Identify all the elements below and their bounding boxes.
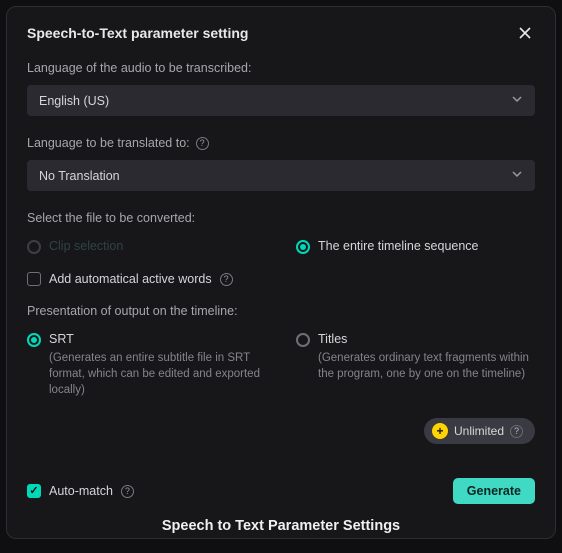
file-select-label: Select the file to be converted: <box>27 211 535 225</box>
unlimited-label: Unlimited <box>454 424 504 438</box>
help-icon[interactable]: ? <box>196 137 209 150</box>
plus-icon: + <box>432 423 448 439</box>
page-caption: Speech to Text Parameter Settings <box>7 518 555 534</box>
dialog-title: Speech-to-Text parameter setting <box>27 25 248 41</box>
radio-clip-label: Clip selection <box>49 239 123 253</box>
stt-settings-dialog: Speech-to-Text parameter setting Languag… <box>6 6 556 539</box>
radio-titles-title: Titles <box>318 332 535 346</box>
auto-active-words-checkbox[interactable]: Add automatical active words ? <box>27 272 535 286</box>
unlimited-pill[interactable]: + Unlimited ? <box>424 418 535 444</box>
checkbox-icon <box>27 484 41 498</box>
presentation-label: Presentation of output on the timeline: <box>27 304 535 318</box>
radio-timeline-label: The entire timeline sequence <box>318 239 479 253</box>
unlimited-pill-row: + Unlimited ? <box>27 418 535 444</box>
dialog-header: Speech-to-Text parameter setting <box>27 23 535 43</box>
checkbox-icon <box>27 272 41 286</box>
audio-language-value: English (US) <box>39 94 109 108</box>
chevron-down-icon <box>511 93 523 108</box>
radio-icon <box>27 240 41 254</box>
chevron-down-icon <box>511 168 523 183</box>
radio-icon <box>296 240 310 254</box>
file-select-group: Clip selection The entire timeline seque… <box>27 239 535 254</box>
auto-match-checkbox[interactable]: Auto-match ? <box>27 484 134 498</box>
generate-button[interactable]: Generate <box>453 478 535 504</box>
radio-titles-desc: (Generates ordinary text fragments withi… <box>318 350 535 382</box>
radio-titles[interactable]: Titles (Generates ordinary text fragment… <box>296 332 535 382</box>
translate-language-value: No Translation <box>39 169 120 183</box>
radio-icon <box>27 333 41 347</box>
radio-icon <box>296 333 310 347</box>
dialog-footer: Auto-match ? Generate <box>27 478 535 504</box>
auto-match-label: Auto-match <box>49 484 113 498</box>
help-icon[interactable]: ? <box>121 485 134 498</box>
translate-language-select[interactable]: No Translation <box>27 160 535 191</box>
help-icon[interactable]: ? <box>220 273 233 286</box>
auto-active-words-label: Add automatical active words <box>49 272 212 286</box>
close-icon[interactable] <box>515 23 535 43</box>
radio-entire-timeline[interactable]: The entire timeline sequence <box>296 239 535 254</box>
audio-language-label: Language of the audio to be transcribed: <box>27 61 535 75</box>
translate-language-label: Language to be translated to: ? <box>27 136 535 150</box>
radio-srt-title: SRT <box>49 332 266 346</box>
radio-srt-desc: (Generates an entire subtitle file in SR… <box>49 350 266 398</box>
radio-clip-selection: Clip selection <box>27 239 266 254</box>
help-icon[interactable]: ? <box>510 425 523 438</box>
radio-srt[interactable]: SRT (Generates an entire subtitle file i… <box>27 332 266 398</box>
presentation-group: SRT (Generates an entire subtitle file i… <box>27 332 535 398</box>
audio-language-select[interactable]: English (US) <box>27 85 535 116</box>
